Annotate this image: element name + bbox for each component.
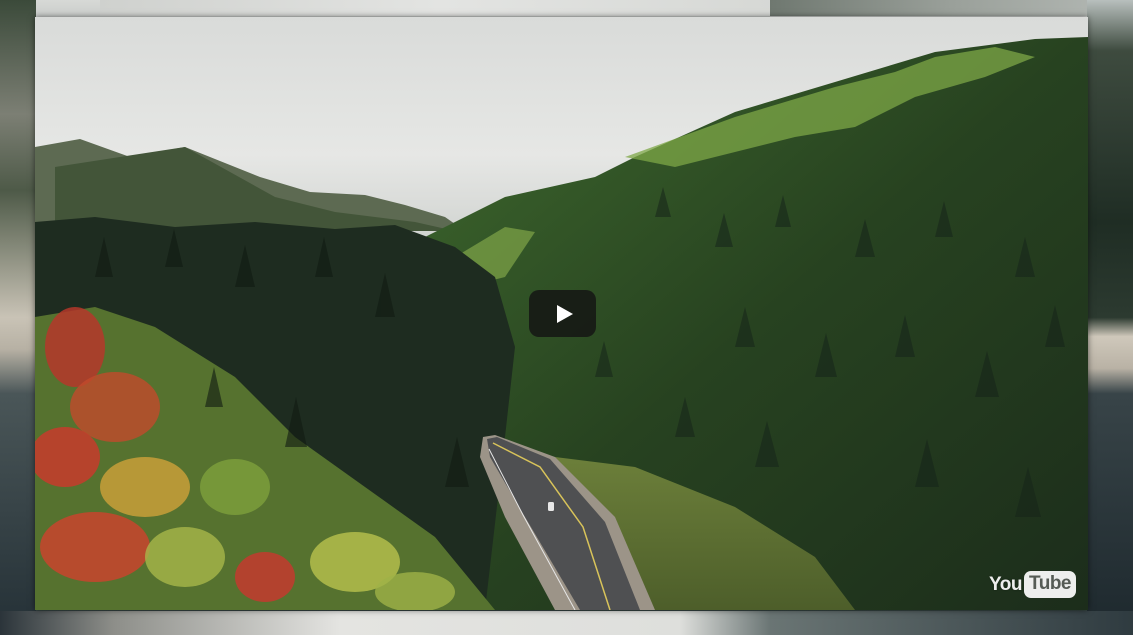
background-strip-left <box>0 0 36 635</box>
background-strip-top-right <box>770 0 1133 16</box>
play-icon <box>556 304 573 323</box>
background-strip-right <box>1087 0 1133 635</box>
youtube-logo[interactable]: You Tube <box>989 571 1076 598</box>
car <box>548 502 554 511</box>
background-strip-bottom <box>0 611 1133 635</box>
video-player[interactable]: You Tube <box>35 17 1088 610</box>
youtube-logo-tube: Tube <box>1024 571 1076 598</box>
page: You Tube <box>0 0 1133 635</box>
play-button[interactable] <box>529 290 596 337</box>
background-strip-top <box>100 0 780 16</box>
youtube-logo-you: You <box>989 573 1023 595</box>
